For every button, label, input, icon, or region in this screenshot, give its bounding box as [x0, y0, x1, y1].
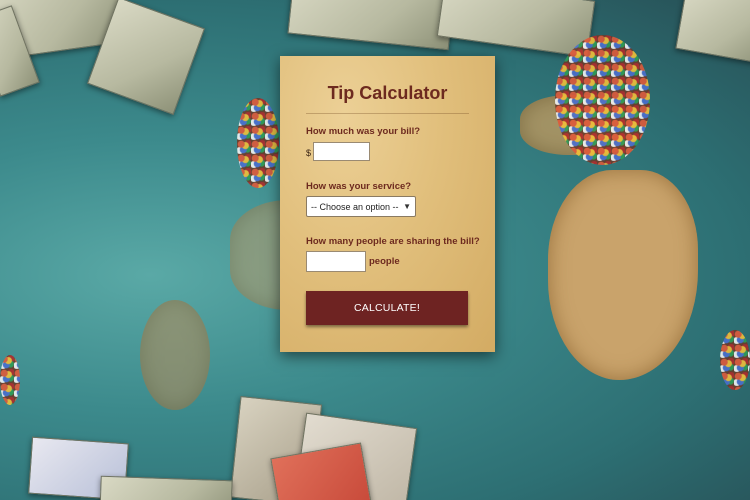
bill-amount-input[interactable] — [313, 142, 370, 161]
people-count-input[interactable] — [306, 251, 366, 272]
map-land-south-america — [140, 300, 210, 410]
bill-amount-label: How much was your bill? — [306, 126, 421, 137]
people-count-label: How many people are sharing the bill? — [306, 236, 480, 247]
currency-symbol: $ — [306, 148, 312, 158]
calculator-title: Tip Calculator — [327, 83, 448, 103]
service-quality-label: How was your service? — [306, 181, 412, 192]
scattered-pins — [720, 330, 750, 390]
scattered-pins — [555, 35, 650, 165]
scattered-pins — [0, 355, 20, 405]
tip-calculator-card: Tip Calculator How much was your bill? $… — [280, 56, 495, 352]
title-divider — [306, 113, 469, 114]
calculate-button[interactable]: CALCULATE! — [306, 291, 468, 325]
map-land-africa — [548, 170, 698, 380]
people-suffix-label: people — [369, 256, 400, 267]
banknote — [287, 0, 455, 51]
service-selected-option: -- Choose an option -- — [311, 201, 399, 212]
banknote — [99, 475, 233, 500]
scattered-pins — [237, 98, 279, 188]
chevron-down-icon: ▼ — [403, 202, 411, 211]
banknote — [675, 0, 750, 65]
service-quality-select[interactable]: -- Choose an option -- ▼ — [306, 196, 416, 217]
